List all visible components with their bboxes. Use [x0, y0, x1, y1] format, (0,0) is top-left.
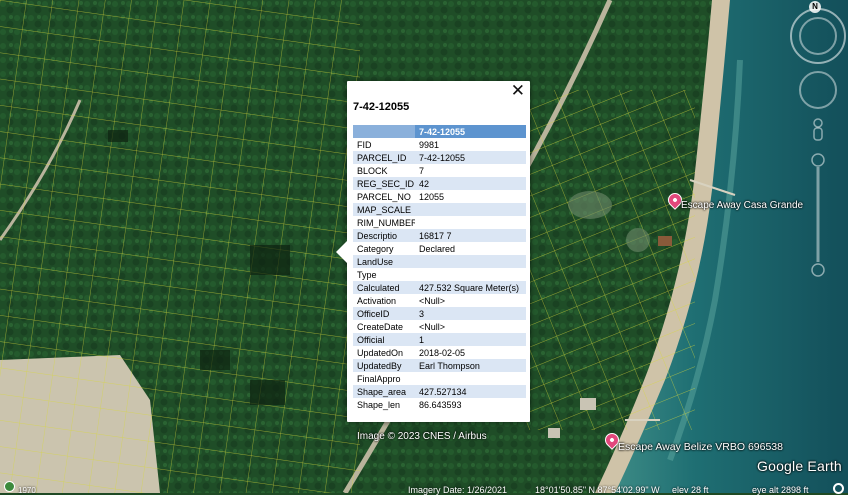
status-bar: 1970 Imagery Date: 1/26/2021 18°01'50.85…: [0, 485, 848, 495]
table-header-value: 7-42-12055: [415, 125, 526, 138]
attr-key: Calculated: [353, 281, 415, 294]
table-row: UpdatedBy Earl Thompson: [353, 359, 526, 372]
look-joystick-icon[interactable]: [799, 71, 837, 109]
attr-key: Type: [357, 269, 377, 280]
attr-value: [415, 268, 526, 281]
cursor-coordinates: 18°01'50.85" N 87°54'02.99" W: [535, 485, 660, 495]
table-row: PARCEL_ID 7-42-12055: [353, 151, 526, 164]
table-row: OfficeID 3: [353, 307, 526, 320]
attr-key: RIM_NUMBER: [357, 217, 415, 228]
historical-year-label[interactable]: 1970: [18, 486, 36, 495]
parcel-info-popup: ✕ 7-42-12055 7-42-12055 FID 9981 PARCEL_I…: [336, 81, 530, 422]
table-row: RIM_NUMBER: [353, 216, 526, 229]
attr-key: Activation: [357, 295, 397, 306]
attr-key: OfficeID: [353, 307, 415, 320]
attr-value: 3: [415, 307, 526, 320]
street-view-person-icon[interactable]: [813, 118, 823, 141]
attr-value: 12055: [419, 191, 445, 202]
attr-value: 7-42-12055: [415, 151, 526, 164]
attr-value: 1: [415, 333, 526, 346]
attr-key: FID: [357, 139, 372, 150]
table-row: Calculated 427.532 Square Meter(s): [353, 281, 526, 294]
table-row: Type: [353, 268, 526, 281]
attr-key: UpdatedOn: [357, 347, 404, 358]
compass-ring-icon[interactable]: [790, 8, 846, 64]
attr-key: PARCEL_ID: [353, 151, 415, 164]
table-row: BLOCK 7: [353, 164, 526, 177]
attr-key: Shape_len: [357, 399, 401, 410]
table-header-row: 7-42-12055: [353, 125, 526, 138]
globe-icon[interactable]: [4, 481, 15, 492]
table-row: LandUse: [353, 255, 526, 268]
attr-key: REG_SEC_ID: [353, 177, 415, 190]
attr-value: 9981: [419, 139, 440, 150]
table-row: Shape_area 427.527134: [353, 385, 526, 398]
popup-pointer: [336, 241, 347, 263]
attr-value: <Null>: [419, 295, 446, 306]
imagery-date: Imagery Date: 1/26/2021: [408, 485, 508, 495]
attr-value: Declared: [419, 243, 456, 254]
eye-altitude-readout: eye alt 2898 ft: [752, 485, 809, 495]
attr-key: MAP_SCALE: [353, 203, 415, 216]
attr-value: 427.532 Square Meter(s): [415, 281, 526, 294]
place-label-belize-vrbo[interactable]: Escape Away Belize VRBO 696538: [618, 441, 783, 453]
google-earth-logo: Google Earth: [757, 458, 842, 474]
table-row: MAP_SCALE: [353, 203, 526, 216]
attr-value: 427.527134: [415, 385, 526, 398]
search-icon[interactable]: [833, 483, 844, 494]
attr-value: <Null>: [419, 321, 446, 332]
attr-key: Descriptio: [353, 229, 415, 242]
imagery-attribution: Image © 2023 CNES / Airbus: [357, 431, 487, 442]
table-row: REG_SEC_ID 42: [353, 177, 526, 190]
table-row: CreateDate <Null>: [353, 320, 526, 333]
attr-key: FinalAppro: [357, 373, 401, 384]
attr-value: 2018-02-05: [419, 347, 466, 358]
attr-value: [415, 216, 526, 229]
table-row: FinalAppro: [353, 372, 526, 385]
attr-value: [415, 372, 526, 385]
attr-key: CreateDate: [357, 321, 404, 332]
navigation-controls[interactable]: [788, 0, 848, 290]
attr-key: PARCEL_NO: [357, 191, 411, 202]
table-row: Official 1: [353, 333, 526, 346]
attr-key: Category: [357, 243, 394, 254]
attr-value: 7: [419, 165, 425, 176]
popup-title: 7-42-12055: [353, 101, 410, 113]
attr-value: Earl Thompson: [415, 359, 526, 372]
zoom-slider[interactable]: [811, 153, 825, 277]
table-row: Shape_len 86.643593: [353, 398, 526, 411]
compass-north-label: N: [812, 2, 818, 11]
close-icon[interactable]: ✕: [511, 82, 525, 99]
table-row: UpdatedOn 2018-02-05: [353, 346, 526, 359]
attr-key: Official: [353, 333, 415, 346]
attr-key: LandUse: [353, 255, 415, 268]
attr-value: 86.643593: [419, 399, 462, 410]
attribute-table: 7-42-12055 FID 9981 PARCEL_ID 7-42-12055 B…: [353, 125, 526, 411]
attr-value: 16817 7: [415, 229, 526, 242]
table-row: FID 9981: [353, 138, 526, 151]
attr-key: Shape_area: [353, 385, 415, 398]
attr-value: 42: [415, 177, 526, 190]
attr-key: BLOCK: [357, 165, 388, 176]
table-row: Descriptio 16817 7: [353, 229, 526, 242]
table-row: Category Declared: [353, 242, 526, 255]
place-label-casa-grande[interactable]: Escape Away Casa Grande: [681, 200, 803, 211]
table-row: PARCEL_NO 12055: [353, 190, 526, 203]
attr-value: [415, 255, 526, 268]
attr-value: [415, 203, 526, 216]
attr-key: UpdatedBy: [353, 359, 415, 372]
elevation-readout: elev 28 ft: [672, 485, 709, 495]
table-row: Activation <Null>: [353, 294, 526, 307]
